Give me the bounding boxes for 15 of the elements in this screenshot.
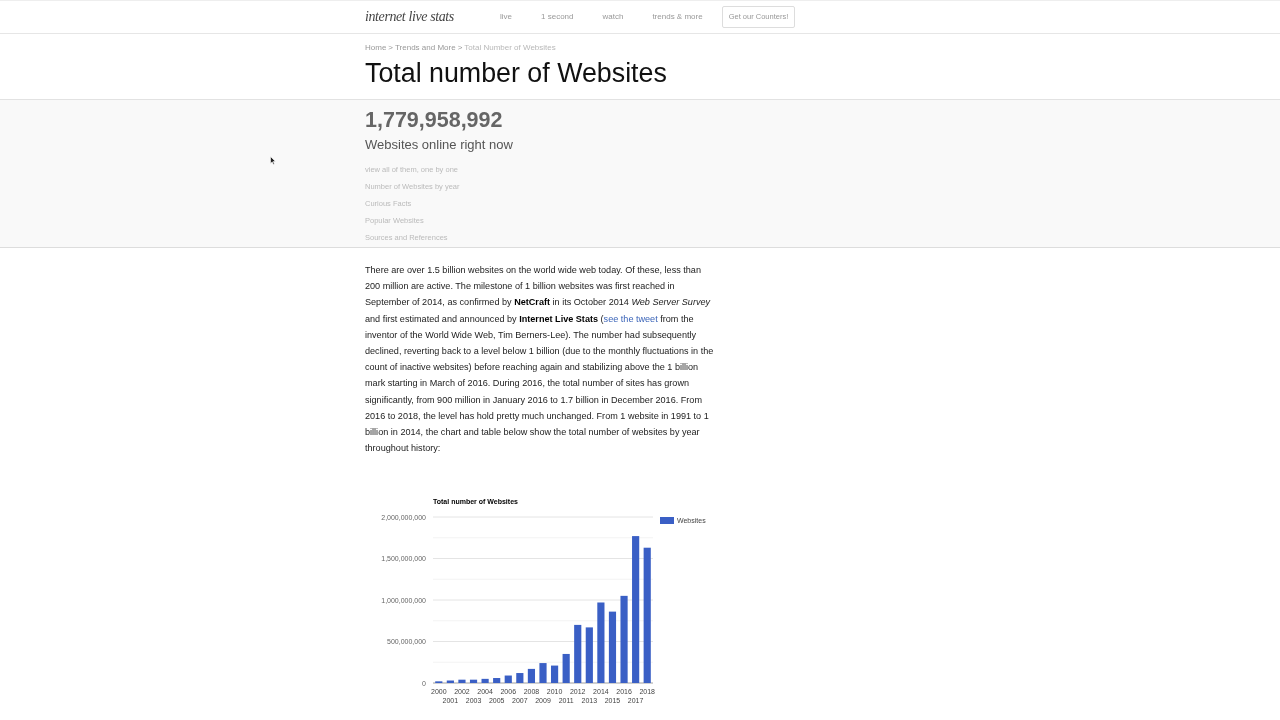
breadcrumb-link[interactable]: Trends and More <box>395 43 456 52</box>
breadcrumb-link[interactable]: Total Number of Websites <box>464 43 556 52</box>
nav-link[interactable]: live <box>500 12 512 21</box>
counter-caption: Websites online right now <box>365 137 514 153</box>
nav-link[interactable]: 1 second <box>541 12 574 21</box>
breadcrumb-separator: > <box>457 43 463 52</box>
mouse-pointer-icon <box>270 156 276 165</box>
breadcrumb-separator: > <box>388 43 393 52</box>
page-title: Total number of Websites <box>365 58 668 88</box>
nav-link[interactable]: trends & more <box>652 12 703 21</box>
nav-link[interactable]: watch <box>602 12 624 21</box>
article-paragraph: There are over 1.5 billion websites on the world wide web today. Of these, less than 200 million are active. The milestone of 1 billion websites was first reached in September of 2014, as confirmed by NetCraft in its October 2014 Web Server Survey and first estimated and announced by Internet Live Stats (see the tweet from the inventor of the World Wide Web, Tim Berners-Lee). The number had subsequently declined, reverting back to a level below 1 billion (due to the monthly fluctuations in the count of inactive websites) before reaching again and stabilizing above the 1 billion mark starting in March of 2016. During 2016, the total number of sites has grown significantly, from 900 million in January 2016 to 1.7 billion in December 2016. From 2016 to 2018, the level has hold pretty much unchanged. From 1 website in 1991 to 1 billion in 2014, the chart and table below show the total number of websites by year throughout history: <box>365 264 715 456</box>
breadcrumb-link[interactable]: Home <box>365 43 387 52</box>
website-counter: 1,779,958,992 <box>365 107 504 133</box>
site-logo[interactable]: internet live stats <box>365 8 457 25</box>
